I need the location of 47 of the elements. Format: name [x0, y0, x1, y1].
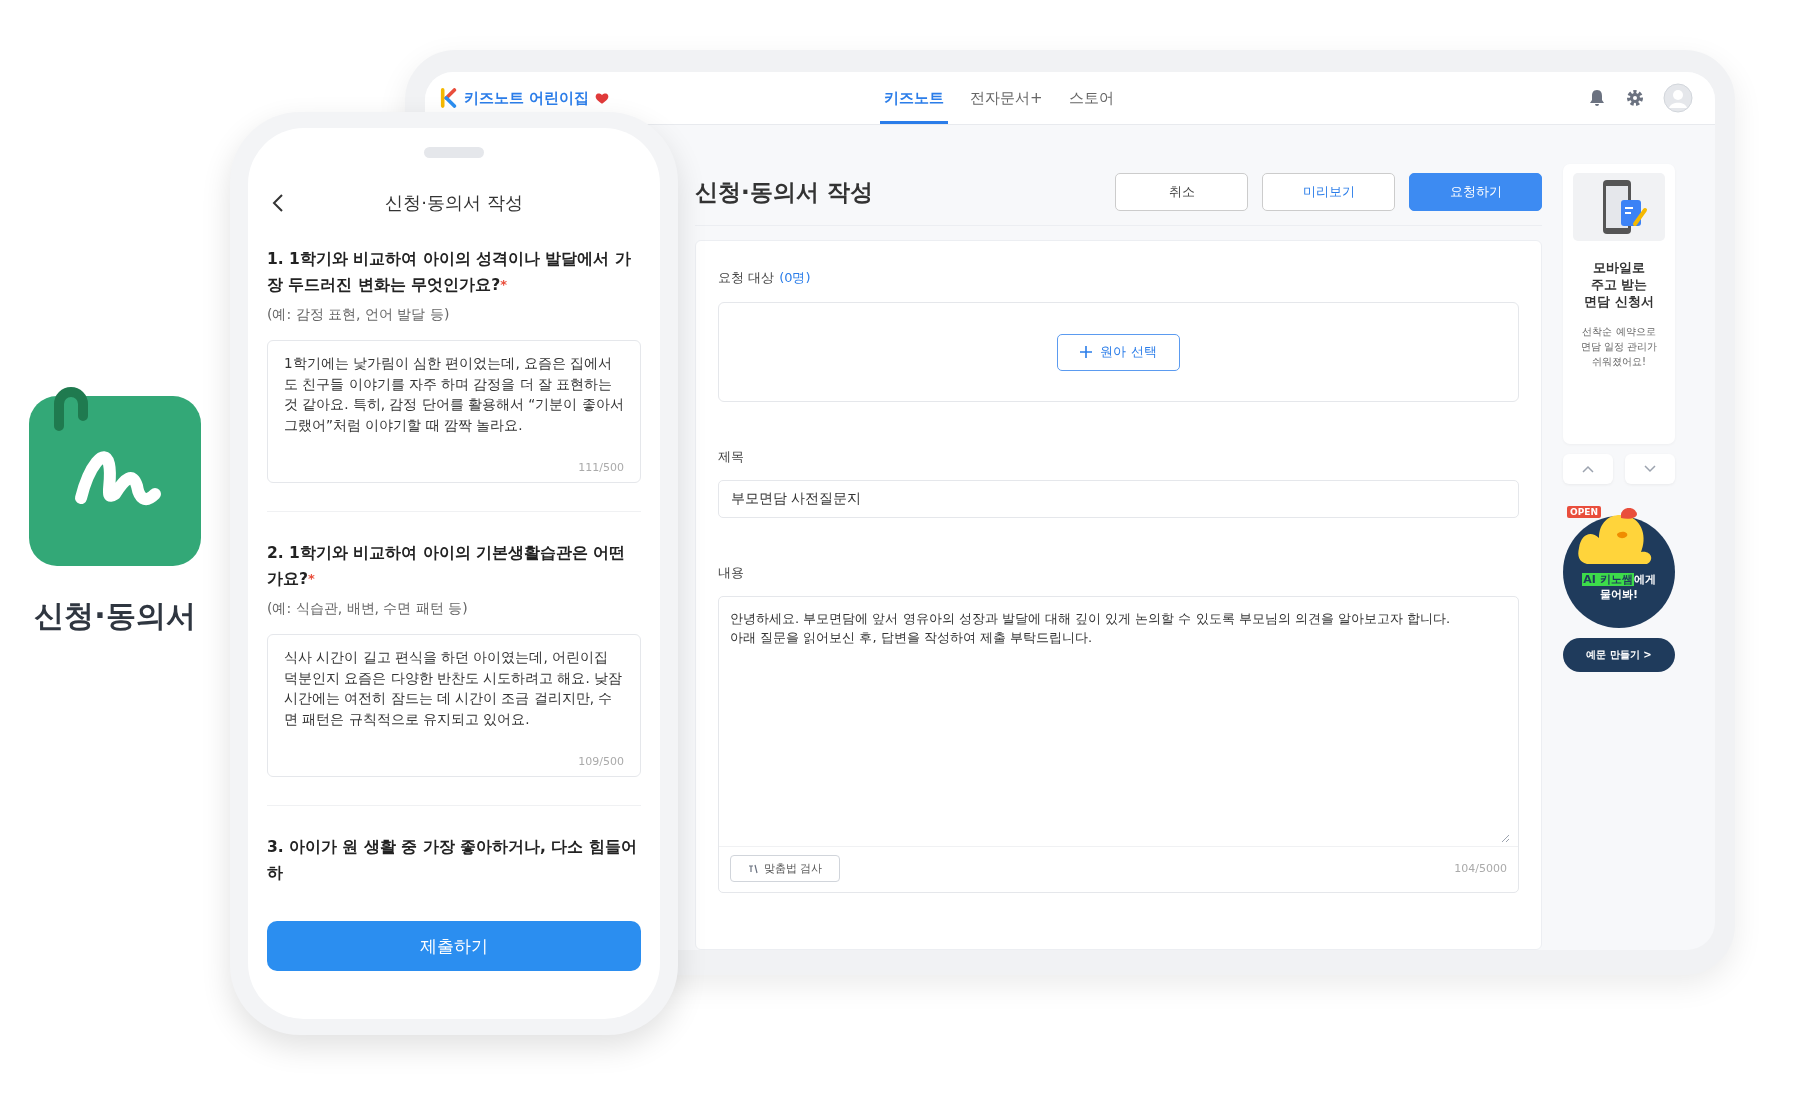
question-title: 1. 1학기와 비교하여 아이의 성격이나 발달에서 가장 두드러진 변화는 무엇인가요?* [267, 249, 632, 296]
promo-card[interactable]: 모바일로 주고 받는 면담 신청서 선착순 예약으로 면담 일정 관리가 쉬워졌어요! [1563, 164, 1675, 444]
answer-field[interactable]: 1학기에는 낯가림이 심한 편이었는데, 요즘은 집에서도 친구들 이야기를 자주 하며 감정을 더 잘 표현하는 것 같아요. 특히, 감정 단어를 활용해서 “기분이 좋아서 그랬어”처럼 이야기할 때 깜짝 놀라요. 111/500 [267, 340, 641, 483]
character-counter: 104/5000 [1454, 862, 1507, 875]
app-name: 신청·동의서 [34, 597, 196, 635]
notch [424, 147, 484, 158]
recipient-count: (0명) [779, 269, 811, 287]
open-sign: OPEN [1567, 506, 1601, 518]
page-title: 신청·동의서 작성 [695, 177, 873, 207]
field-label: 제목 [718, 448, 745, 466]
chevron-up-icon [1582, 465, 1594, 473]
chevron-down-icon [1644, 465, 1656, 473]
app-icon [29, 386, 201, 566]
required-mark: * [500, 277, 507, 292]
logo-icon [440, 88, 458, 108]
select-child-button[interactable]: 원아 선택 [1057, 333, 1180, 371]
back-icon[interactable] [272, 193, 284, 213]
question-hint: (예: 식습관, 배변, 수면 패턴 등) [267, 600, 469, 618]
settings-icon[interactable] [1625, 88, 1645, 108]
phone-document-icon [1573, 173, 1665, 241]
nav-tab[interactable]: 키즈노트 [880, 72, 948, 124]
heart-icon [595, 91, 610, 105]
spell-check-icon [747, 862, 759, 875]
example-button[interactable]: 예문 만들기 > [1563, 638, 1675, 672]
question-title: 2. 1학기와 비교하여 아이의 기본생활습관은 어떤가요?* [267, 543, 627, 590]
content-field[interactable]: 안녕하세요. 부모면담에 앞서 영유아의 성장과 발달에 대해 깊이 있게 논의할 수 있도록 부모님의 의견을 알아보고자 합니다. 아래 질문을 읽어보신 후, 답변을 작성하여 제출 부탁드립니다. [719, 597, 1518, 847]
ai-banner-text: AI 키노쌤에게 물어봐! [1581, 572, 1657, 602]
promo-text: 선착순 예약으로 면담 일정 관리가 쉬워졌어요! [1580, 325, 1658, 369]
title-field[interactable]: 부모면담 사전질문지 [718, 480, 1519, 518]
field-label: 내용 [718, 564, 745, 582]
bell-icon[interactable] [1587, 88, 1607, 108]
question-title: 3. 아이가 원 생활 중 가장 좋아하거나, 다소 힘들어하 [267, 837, 638, 884]
promo-title: 모바일로 주고 받는 면담 신청서 [1584, 259, 1654, 310]
screen-title: 신청·동의서 작성 [385, 191, 523, 215]
question-hint: (예: 감정 표현, 언어 발달 등) [267, 306, 451, 324]
resize-handle-icon[interactable] [1500, 833, 1510, 843]
field-label: 요청 대상 [718, 269, 775, 287]
required-mark: * [308, 571, 315, 586]
avatar-icon[interactable] [1663, 83, 1693, 113]
spell-check-button[interactable]: 맞춤법 검사 [730, 855, 840, 882]
answer-field[interactable]: 식사 시간이 길고 편식을 하던 아이였는데, 어린이집 덕분인지 요즘은 다양한 반찬도 시도하려고 해요. 낮잠 시간에는 여전히 잠드는 데 시간이 조금 걸리지만, 수면 패턴은 규칙적으로 유지되고 있어요. 109/500 [267, 634, 641, 777]
action-button[interactable]: 취소 [1115, 173, 1248, 211]
brand-name[interactable]: 키즈노트 어린이집 [464, 88, 590, 108]
action-button[interactable]: 미리보기 [1262, 173, 1395, 211]
nav-tab[interactable]: 전자문서+ [966, 72, 1047, 124]
nav-tab[interactable]: 스토어 [1064, 72, 1118, 124]
plus-icon [1080, 346, 1093, 358]
